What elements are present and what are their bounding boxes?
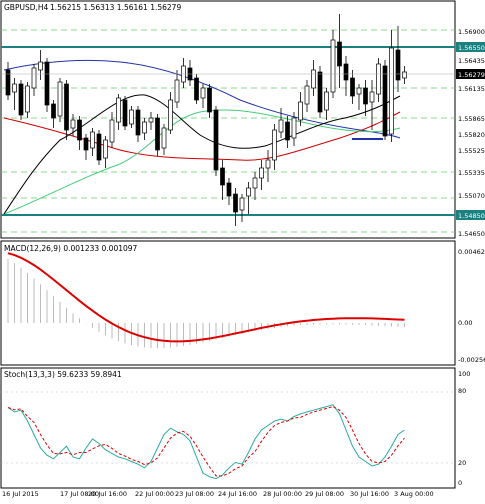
time-axis-label: 24 Jul 16:00	[218, 490, 257, 498]
candle	[109, 119, 115, 143]
candle	[64, 83, 69, 131]
candle	[350, 77, 355, 97]
candle	[122, 99, 128, 127]
candle	[324, 91, 329, 111]
candle	[18, 83, 24, 116]
time-axis-label: 3 Aug 00:00	[394, 490, 434, 498]
candle	[298, 101, 303, 121]
candle	[337, 41, 342, 67]
price-axis: 1.56900 1.56550 1.56435 1.56279 1.56135 1.558…	[456, 28, 485, 238]
price-axis-label: 1.56135	[458, 85, 485, 93]
price-axis-label: 1.55525	[458, 147, 485, 155]
candle	[129, 109, 134, 125]
candle	[265, 159, 271, 169]
candle	[376, 63, 381, 95]
price-axis-label: 1.56900	[458, 28, 485, 36]
price-axis-label: 1.56435	[458, 57, 485, 65]
candle	[161, 127, 167, 149]
time-axis-label: 30 Jul 16:00	[350, 490, 389, 498]
candle	[239, 197, 245, 211]
candle	[90, 131, 95, 149]
price-axis-label: 1.55820	[458, 131, 485, 139]
candle	[51, 103, 56, 119]
time-axis-label: 28 Jul 00:00	[263, 490, 302, 498]
candle	[317, 71, 323, 113]
stoch-axis-label: 0	[458, 479, 462, 487]
candle	[272, 129, 277, 161]
candle	[38, 61, 43, 71]
candle	[363, 87, 368, 105]
candle	[31, 67, 37, 89]
candle	[382, 65, 388, 137]
candle	[174, 79, 180, 103]
candle	[291, 117, 297, 139]
time-axis: 16 Jul 2015 17 Jul 08:0020 Jul 16:00 22 Ju…	[2, 490, 434, 498]
price-axis-label: 1.54650	[458, 230, 485, 238]
candle	[148, 117, 154, 123]
stoch-axis-label: 100	[458, 370, 470, 378]
candle	[96, 133, 102, 161]
stoch-panel[interactable]	[0, 367, 456, 489]
macd-title: MACD(12,26,9) 0.001233 0.001097	[4, 244, 138, 253]
price-axis-label: 1.54850	[458, 212, 485, 220]
candle	[57, 81, 63, 117]
candle	[77, 119, 82, 141]
candle	[12, 83, 17, 93]
candle	[233, 193, 238, 213]
candle	[142, 121, 147, 134]
candle	[356, 87, 362, 95]
macd-axis-label: 0.004623	[458, 248, 485, 256]
candle	[207, 87, 212, 113]
candle	[402, 71, 407, 79]
candle	[213, 109, 219, 171]
stoch-axis-label: 20	[458, 459, 466, 467]
candle	[168, 99, 173, 131]
candle	[285, 121, 290, 141]
candle	[135, 109, 141, 136]
time-axis-label: 29 Jul 08:00	[305, 490, 344, 498]
candle	[252, 177, 258, 189]
candle	[278, 119, 284, 133]
candle	[246, 187, 251, 197]
macd-axis-label: -0.00256	[458, 356, 485, 364]
candle	[226, 182, 232, 197]
symbol-title: GBPUSD,H4	[4, 3, 49, 12]
candle	[155, 117, 160, 151]
macd-panel[interactable]	[0, 240, 456, 366]
stoch-axis-label: 80	[458, 387, 466, 395]
candle	[70, 119, 76, 129]
trading-chart[interactable]: GBPUSD,H4 1.56215 1.56313 1.56161 1.5627…	[0, 0, 485, 500]
candle	[103, 139, 108, 159]
stoch-axis: 100 80 20 0	[458, 370, 470, 487]
candle	[200, 87, 206, 99]
price-axis-label: 1.56550	[458, 44, 485, 52]
candle	[220, 167, 225, 186]
candle	[44, 61, 50, 106]
time-axis-label: 22 Jul 00:00	[135, 490, 174, 498]
time-axis-label: 20 Jul 16:00	[88, 490, 127, 498]
candle	[369, 91, 375, 103]
candle	[343, 63, 349, 81]
chart-window[interactable]: GBPUSD,H4 1.56215 1.56313 1.56161 1.5627…	[0, 0, 485, 500]
macd-axis: 0.004623 0.00 -0.00256	[458, 248, 485, 364]
candle	[194, 77, 199, 101]
macd-axis-label: 0.00	[458, 319, 472, 327]
price-axis-label: 1.56279	[458, 71, 485, 79]
time-axis-label: 16 Jul 2015	[2, 490, 39, 498]
time-axis-label: 23 Jul 08:00	[175, 490, 214, 498]
candle	[25, 85, 30, 113]
candle	[304, 85, 310, 105]
candle	[116, 97, 121, 123]
price-axis-label: 1.55335	[458, 169, 485, 177]
candle	[389, 47, 394, 135]
candle	[311, 69, 316, 89]
price-axis-label: 1.55865	[458, 115, 485, 123]
price-axis-label: 1.55070	[458, 192, 485, 200]
candle	[83, 137, 89, 151]
candle	[395, 49, 401, 81]
candle	[259, 167, 264, 179]
candle	[330, 39, 336, 93]
ohlc-readout: 1.56215 1.56313 1.56161 1.56279	[50, 3, 181, 12]
stoch-title: Stoch(13,3,3) 59.6233 59.8941	[4, 370, 122, 379]
